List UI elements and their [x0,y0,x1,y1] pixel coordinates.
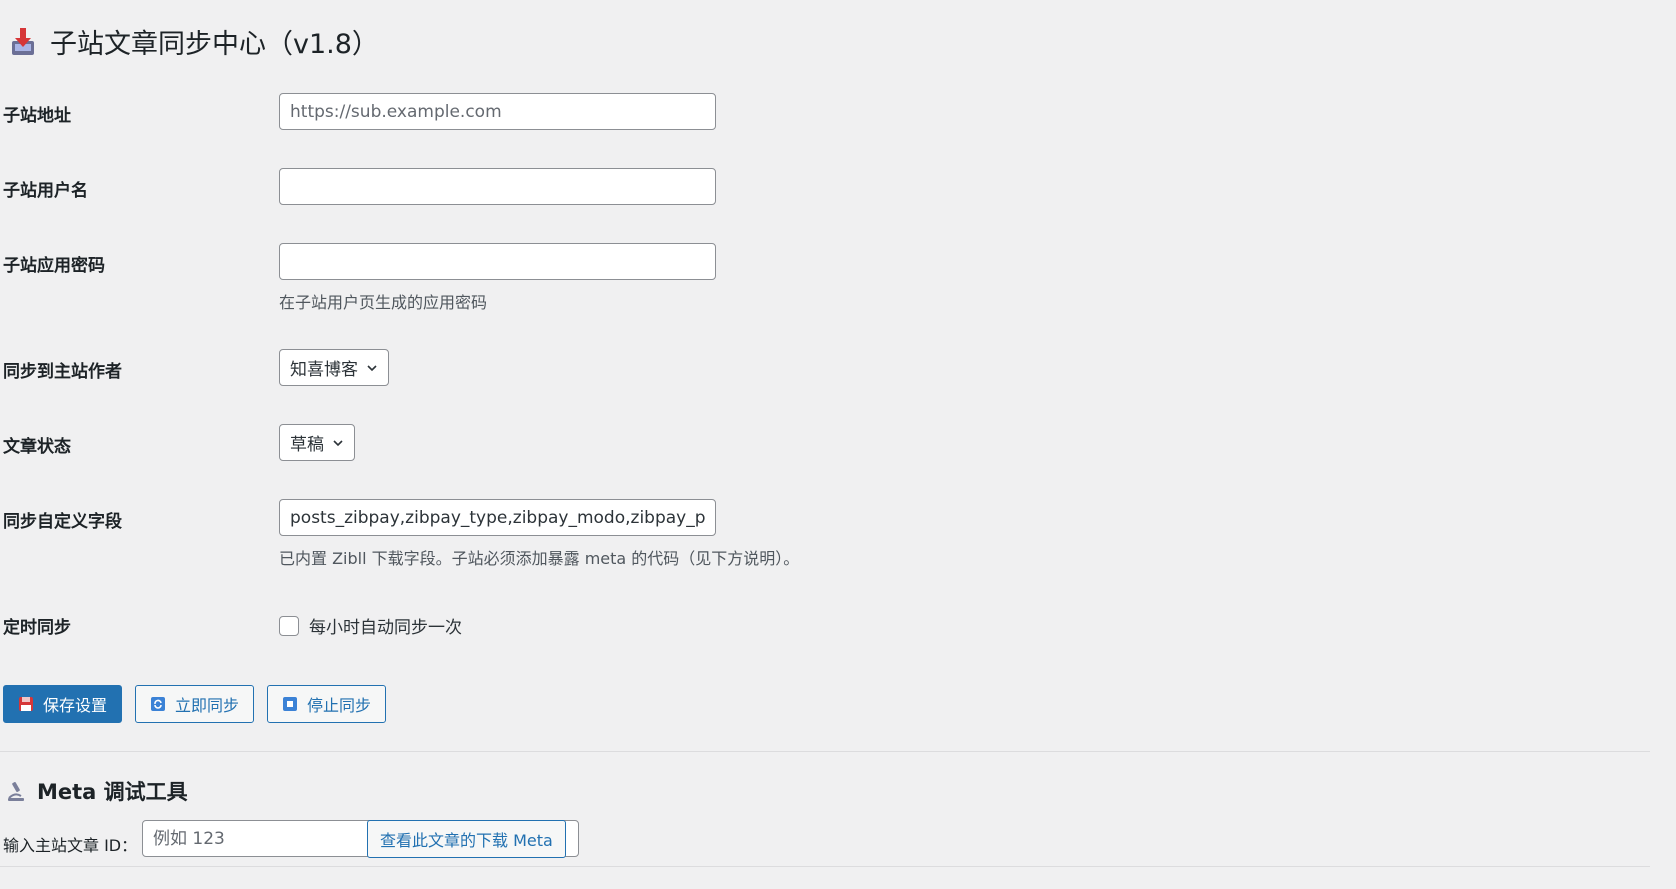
chevron-down-icon [333,439,343,446]
custom-fields-description: 已内置 Zibll 下载字段。子站必须添加暴露 meta 的代码（见下方说明）。 [279,549,800,568]
custom-fields-input[interactable] [279,499,716,536]
stop-sync-button-label: 停止同步 [307,696,372,715]
sync-now-button[interactable]: 立即同步 [135,685,255,723]
schedule-checkbox-label: 每小时自动同步一次 [309,618,462,638]
sync-settings-page: 子站文章同步中心（v1.8） 子站地址 子站用户名 子站应用密码 在子站用户页生… [0,0,1676,889]
view-download-meta-button[interactable]: 查看此文章的下载 Meta [367,820,566,858]
bottom-divider [0,866,1650,867]
status-label: 文章状态 [3,437,71,457]
section-divider [0,751,1650,752]
inbox-download-icon [12,27,34,55]
microscope-icon [8,782,24,801]
app-password-label: 子站应用密码 [3,256,105,276]
stop-icon [283,697,297,711]
site-url-input[interactable] [279,93,716,130]
site-url-label: 子站地址 [3,106,71,126]
stop-sync-button[interactable]: 停止同步 [267,685,387,723]
floppy-disk-icon [19,697,33,711]
status-select[interactable]: 草稿 [279,424,355,461]
status-selected-value: 草稿 [290,435,324,455]
refresh-icon [151,697,165,711]
author-select[interactable]: 知喜博客 [279,349,389,386]
app-password-input[interactable] [279,243,716,280]
save-button[interactable]: 保存设置 [3,685,123,723]
app-password-description: 在子站用户页生成的应用密码 [279,293,488,312]
schedule-checkbox[interactable] [279,615,299,636]
save-button-label: 保存设置 [43,696,108,715]
username-input[interactable] [279,168,716,205]
sync-now-button-label: 立即同步 [175,696,240,715]
meta-debug-title-text: Meta 调试工具 [37,780,188,804]
author-selected-value: 知喜博客 [290,360,358,380]
meta-post-id-label: 输入主站文章 ID： [3,836,138,855]
meta-debug-title: Meta 调试工具 [5,776,188,806]
custom-fields-label: 同步自定义字段 [3,512,122,532]
view-download-meta-button-label: 查看此文章的下载 Meta [380,831,553,850]
chevron-down-icon [367,364,377,371]
schedule-checkbox-row[interactable]: 每小时自动同步一次 [279,613,462,638]
username-label: 子站用户名 [3,181,88,201]
schedule-label: 定时同步 [3,618,71,638]
page-title-text: 子站文章同步中心（v1.8） [50,29,379,60]
page-title: 子站文章同步中心（v1.8） [10,22,379,61]
author-label: 同步到主站作者 [3,362,122,382]
